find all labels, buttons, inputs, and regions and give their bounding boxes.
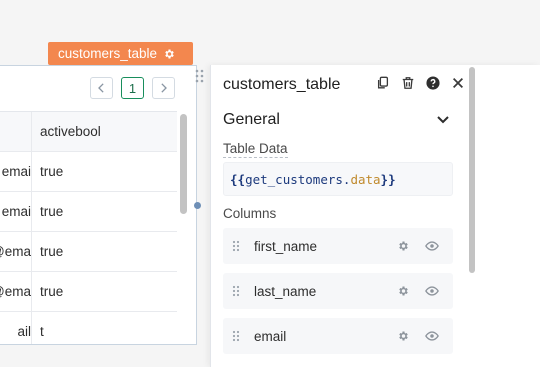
table-data-input[interactable]: {{get_customers. data}} [223,162,453,196]
cell-email: ail [0,312,32,344]
table-widget[interactable]: 1 activebool emai true emai true @ema tr… [0,65,197,345]
chevron-right-icon [161,83,167,93]
drag-grip-icon[interactable] [232,330,240,342]
next-page-button[interactable] [152,77,175,99]
gear-icon[interactable] [397,285,409,297]
widget-name-tag[interactable]: customers_table [48,42,193,65]
prev-page-button[interactable] [90,77,113,99]
table-data-label: Table Data [223,141,288,158]
cell-activebool: true [40,204,64,219]
code-property: data [350,171,381,187]
column-item-first-name[interactable]: first_name [223,228,453,264]
table-header-row: activebool [0,112,177,152]
inspector-scrollbar[interactable] [469,67,475,273]
close-icon [453,78,463,88]
inspector-panel: customers_table General Table Data {{get… [210,65,540,367]
pagination: 1 [90,77,175,99]
cell-email: emai [0,192,32,231]
close-button[interactable] [450,75,466,91]
gear-icon[interactable] [163,48,175,60]
trash-icon [402,77,414,89]
cell-activebool: t [40,324,44,339]
code-open-brace: {{ [230,171,246,187]
copy-button[interactable] [375,75,391,91]
column-name: first_name [254,238,318,254]
section-general-header[interactable]: General [223,111,449,129]
drag-grip-icon[interactable] [232,240,240,252]
help-button[interactable] [425,75,441,91]
table-grid: activebool emai true emai true @ema true… [0,111,177,344]
drag-handle-icon[interactable] [195,69,205,83]
copy-icon [377,76,389,89]
eye-icon[interactable] [425,285,439,297]
section-title: General [223,111,280,128]
table-row[interactable]: @ema true [0,232,177,272]
column-name: email [254,328,287,344]
cell-email: @ema [0,272,32,311]
cell-email: emai [0,152,32,191]
resize-handle[interactable] [194,202,201,209]
inspector-actions [375,75,466,91]
delete-button[interactable] [400,75,416,91]
drag-grip-icon[interactable] [232,285,240,297]
cell-email: @ema [0,232,32,271]
column-item-last-name[interactable]: last_name [223,273,453,309]
chevron-left-icon [98,83,104,93]
column-name: last_name [254,283,317,299]
table-scrollbar[interactable] [180,114,187,214]
code-identifier: get_customers [245,171,343,187]
widget-name-label: customers_table [58,46,158,61]
column-item-email[interactable]: email [223,318,453,354]
gear-icon[interactable] [397,330,409,342]
code-dot: . [342,171,351,187]
cell-activebool: true [40,284,64,299]
help-icon [426,76,440,90]
table-row[interactable]: @ema true [0,272,177,312]
code-close-brace: }} [380,171,396,187]
cell-activebool: true [40,164,64,179]
gear-icon[interactable] [397,240,409,252]
eye-icon[interactable] [425,240,439,252]
cell-activebool: true [40,244,64,259]
chevron-down-icon [437,116,449,124]
table-row[interactable]: emai true [0,152,177,192]
header-cell-email[interactable] [0,112,32,151]
header-cell-activebool[interactable]: activebool [32,112,177,151]
eye-icon[interactable] [425,330,439,342]
current-page-button[interactable]: 1 [121,77,144,99]
columns-label: Columns [223,206,277,221]
inspector-title: customers_table [223,76,341,93]
table-row[interactable]: ail t [0,312,177,344]
table-row[interactable]: emai true [0,192,177,232]
